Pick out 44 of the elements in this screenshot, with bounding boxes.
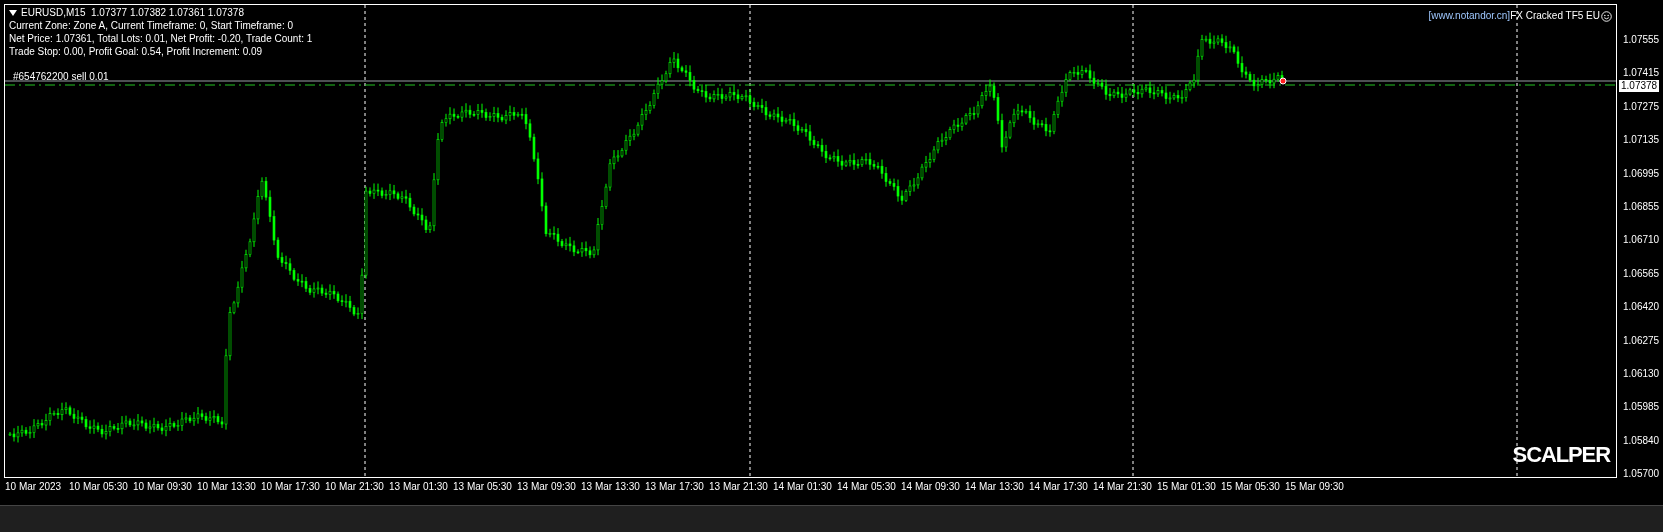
expert-info-text: Trade Stop: 0.00, Profit Goal: 0.54, Profit Increment: 0.09 (9, 45, 264, 58)
time-axis-label: 13 Mar 13:30 (581, 481, 641, 494)
price-tick-label: 1.06565 (1623, 267, 1660, 280)
price-tick-label: 1.05700 (1623, 468, 1660, 481)
expert-link[interactable]: [www.notandor.cn] (1428, 10, 1511, 22)
price-tick-label: 1.07275 (1623, 100, 1660, 113)
expert-info-text: Net Price: 1.07361, Total Lots: 0.01, Net Profit: -0.20, Trade Count: 1 (9, 32, 313, 45)
time-axis-label: 10 Mar 2023 (5, 481, 63, 494)
time-axis-label: 10 Mar 09:30 (133, 481, 193, 494)
scalper-label: SCALPER (1512, 443, 1610, 467)
time-axis-label: 14 Mar 13:30 (965, 481, 1025, 494)
price-tick-label: 1.06420 (1623, 301, 1660, 314)
time-axis-label: 10 Mar 17:30 (261, 481, 321, 494)
expert-info-text: Current Zone: Zone A, Current Timeframe: 0, Start Timeframe: 0 (9, 19, 294, 32)
time-axis-label: 14 Mar 05:30 (837, 481, 897, 494)
time-axis-label: 10 Mar 05:30 (69, 481, 129, 494)
order-label: #654762200 sell 0.01 (13, 71, 109, 83)
time-axis-label: 13 Mar 17:30 (645, 481, 705, 494)
time-axis-label: 14 Mar 01:30 (773, 481, 833, 494)
time-axis-label: 13 Mar 21:30 (709, 481, 769, 494)
time-axis-label: 14 Mar 09:30 (901, 481, 961, 494)
price-tick-label: 1.06710 (1623, 234, 1660, 247)
price-tick-label: 1.05985 (1623, 401, 1660, 414)
symbol-quote-text: EURUSD,M15 1.07377 1.07382 1.07361 1.07378 (21, 6, 244, 19)
time-axis-label: 14 Mar 17:30 (1029, 481, 1089, 494)
price-tick-label: 1.07555 (1623, 34, 1660, 46)
price-tick-label: 1.07415 (1623, 67, 1660, 80)
price-tick-label: 1.07135 (1623, 134, 1660, 147)
time-axis-label: 15 Mar 09:30 (1285, 481, 1345, 494)
current-price-label: 1.07378 (1619, 80, 1660, 92)
price-tick-label: 1.05840 (1623, 434, 1660, 447)
time-axis-label: 15 Mar 05:30 (1221, 481, 1281, 494)
price-tick-label: 1.06275 (1623, 334, 1660, 347)
price-tick-label: 1.06855 (1623, 201, 1660, 213)
time-axis-label: 15 Mar 01:30 (1157, 481, 1217, 494)
time-axis-label: 14 Mar 21:30 (1093, 481, 1153, 494)
time-axis-label: 10 Mar 21:30 (325, 481, 385, 494)
expert-name-text: FX Cracked TF5 EU (1510, 10, 1600, 22)
time-axis-label: 13 Mar 09:30 (517, 481, 577, 494)
time-axis-label: 13 Mar 01:30 (389, 481, 449, 494)
time-axis-label: 13 Mar 05:30 (453, 481, 513, 494)
price-tick-label: 1.06130 (1623, 368, 1660, 380)
price-tick-label: 1.06995 (1623, 167, 1660, 180)
time-axis-label: 10 Mar 13:30 (197, 481, 257, 494)
